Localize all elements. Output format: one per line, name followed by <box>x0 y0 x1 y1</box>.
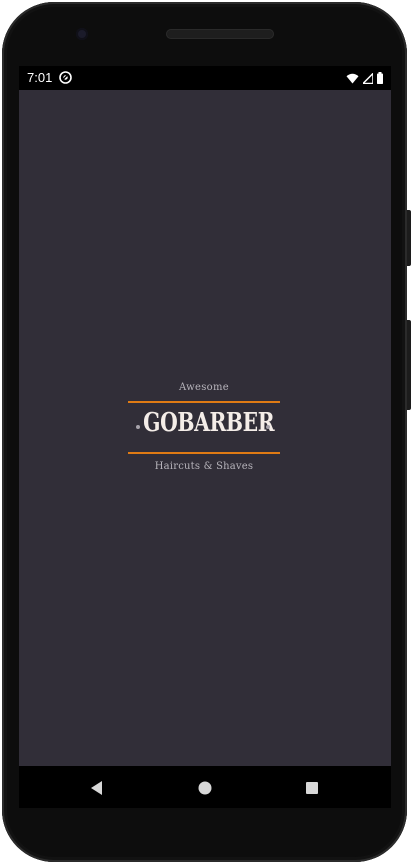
logo-divider-top <box>128 401 280 403</box>
sync-circle-icon <box>59 71 72 84</box>
front-camera <box>76 28 88 40</box>
status-bar: 7:01 <box>19 66 391 90</box>
cellular-signal-icon <box>363 72 373 84</box>
logo-tagline-top: Awesome <box>179 382 229 393</box>
logo-tagline-bottom: Haircuts & Shaves <box>154 461 254 472</box>
logo-divider-bottom <box>128 452 280 454</box>
wifi-icon <box>346 73 359 83</box>
power-button[interactable] <box>407 210 411 266</box>
gobarber-logo: Awesome GOBARBER Haircuts & Shaves <box>126 382 282 480</box>
logo-dot-right <box>266 425 270 429</box>
back-triangle-icon[interactable] <box>87 778 107 798</box>
recent-apps-square-icon[interactable] <box>302 778 322 798</box>
phone-frame: 7:01 Awesome GOBARBER Haircuts & Shaves <box>2 2 411 862</box>
earpiece-speaker <box>166 29 274 39</box>
volume-button[interactable] <box>407 320 411 410</box>
battery-icon <box>377 72 383 84</box>
screen: 7:01 Awesome GOBARBER Haircuts & Shaves <box>19 66 391 808</box>
logo-dot-left <box>136 425 140 429</box>
splash-screen: Awesome GOBARBER Haircuts & Shaves <box>19 90 391 766</box>
status-time: 7:01 <box>27 70 53 85</box>
logo-wordmark: GOBARBER <box>143 408 275 438</box>
home-circle-icon[interactable] <box>195 778 215 798</box>
status-icons <box>346 71 383 85</box>
navigation-bar <box>19 766 391 808</box>
